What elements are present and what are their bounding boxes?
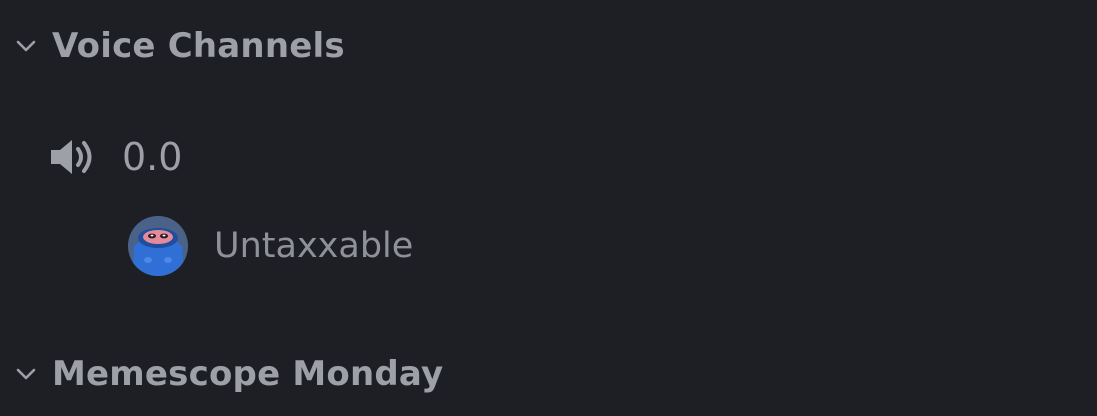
voice-channel-item[interactable]: 0.0 (44, 126, 182, 188)
channel-sidebar: Voice Channels 0.0 Untaxxable Memescope … (0, 0, 1097, 416)
avatar[interactable] (128, 216, 188, 276)
chevron-down-icon (0, 367, 52, 381)
category-label: Voice Channels (52, 26, 345, 66)
member-username: Untaxxable (214, 226, 414, 266)
category-memescope-monday[interactable]: Memescope Monday (0, 344, 443, 404)
speaker-icon (44, 133, 100, 181)
chevron-down-icon (0, 39, 52, 53)
voice-channel-name: 0.0 (122, 135, 183, 179)
category-label: Memescope Monday (52, 354, 444, 394)
voice-member-item[interactable]: Untaxxable (128, 214, 413, 278)
category-voice-channels[interactable]: Voice Channels (0, 16, 345, 76)
